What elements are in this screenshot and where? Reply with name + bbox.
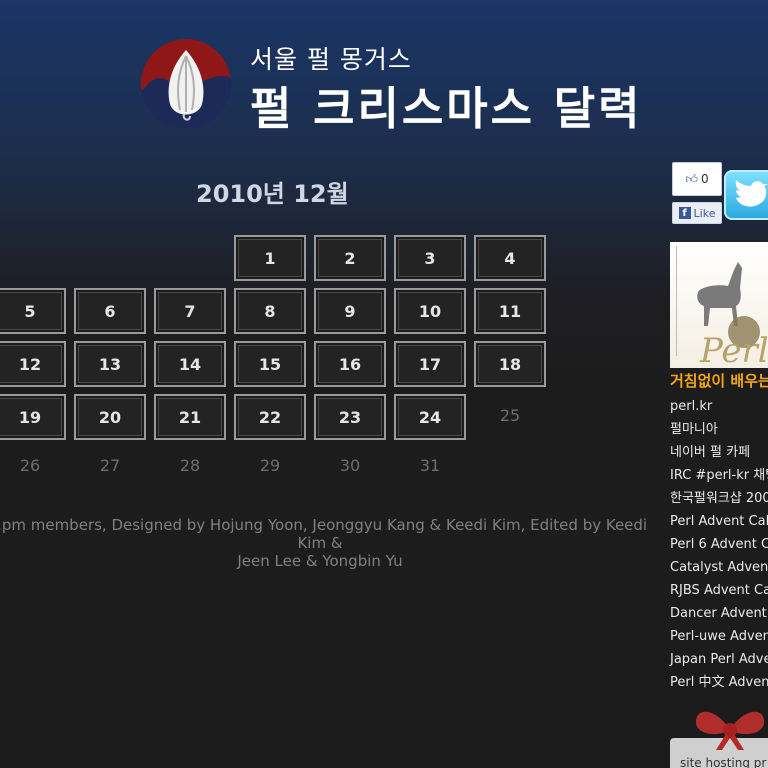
calendar-day-link[interactable]: 13 — [74, 341, 146, 387]
sidebar-link[interactable]: perl.kr — [670, 398, 768, 421]
calendar-day-upcoming: 29 — [259, 455, 281, 475]
calendar-day-link[interactable]: 11 — [474, 288, 546, 334]
calendar-day-link[interactable]: 19 — [0, 394, 66, 440]
credits-line-1: l.pm members, Designed by Hojung Yoon, J… — [0, 516, 648, 552]
calendar-day-link[interactable]: 20 — [74, 394, 146, 440]
sidebar-link[interactable]: Perl Advent Cale — [670, 513, 768, 536]
like-count: 0 — [700, 172, 709, 186]
calendar-day-link[interactable]: 24 — [394, 394, 466, 440]
sidebar-link[interactable]: IRC #perl-kr 채팅 — [670, 467, 768, 490]
like-count-box: 👍︎ 0 — [672, 162, 722, 196]
svg-text:Perl: Perl — [699, 331, 768, 368]
thumbs-up-icon: 👍︎ — [685, 171, 698, 186]
red-ribbon-bow-icon — [690, 700, 768, 750]
calendar-day-link[interactable]: 7 — [154, 288, 226, 334]
sidebar-link[interactable]: 네이버 펄 카페 — [670, 444, 768, 467]
sidebar-link[interactable]: 한국펄워크샵 200 — [670, 490, 768, 513]
sidebar-link[interactable]: Japan Perl Adver — [670, 651, 768, 674]
calendar-day-upcoming: 30 — [339, 455, 361, 475]
credits-footer: l.pm members, Designed by Hojung Yoon, J… — [0, 516, 660, 570]
facebook-icon: f — [678, 207, 691, 219]
sidebar-link[interactable]: RJBS Advent Cal — [670, 582, 768, 605]
calendar-day-upcoming: 25 — [499, 405, 521, 425]
calendar-day-link[interactable]: 4 — [474, 235, 546, 281]
calendar-day-link[interactable]: 3 — [394, 235, 466, 281]
book-title-link[interactable]: 거침없이 배우는 — [670, 370, 768, 391]
twitter-bird-icon[interactable] — [724, 170, 768, 220]
calendar-day-link[interactable]: 22 — [234, 394, 306, 440]
calendar-day-link[interactable]: 18 — [474, 341, 546, 387]
calendar-day-link[interactable]: 2 — [314, 235, 386, 281]
calendar-day-link[interactable]: 15 — [234, 341, 306, 387]
calendar-day-upcoming: 28 — [179, 455, 201, 475]
calendar-day-link[interactable]: 16 — [314, 341, 386, 387]
like-label: Like — [693, 206, 716, 220]
calendar-day-link[interactable]: 9 — [314, 288, 386, 334]
onion-logo-icon[interactable] — [140, 38, 232, 130]
sidebar-link[interactable]: Perl 6 Advent Ca — [670, 536, 768, 559]
calendar-day-link[interactable]: 1 — [234, 235, 306, 281]
calendar-day-link[interactable]: 6 — [74, 288, 146, 334]
sidebar-links: perl.kr 펄마니아 네이버 펄 카페 IRC #perl-kr 채팅 한국… — [670, 398, 768, 697]
sidebar-link[interactable]: Dancer Advent C — [670, 605, 768, 628]
calendar-day-link[interactable]: 5 — [0, 288, 66, 334]
sidebar-link[interactable]: 펄마니아 — [670, 421, 768, 444]
perl-book-cover[interactable]: Perl — [670, 242, 768, 368]
calendar-day-link[interactable]: 17 — [394, 341, 466, 387]
calendar-day-upcoming: 27 — [99, 455, 121, 475]
site-subtitle: 서울 펄 몽거스 — [250, 45, 412, 74]
facebook-like-button[interactable]: f Like — [672, 202, 722, 224]
calendar-day-upcoming: 31 — [419, 455, 441, 475]
credits-line-2: Jeen Lee & Yongbin Yu — [237, 552, 403, 570]
sidebar-link[interactable]: Perl 中文 Advent — [670, 674, 768, 697]
sidebar-link[interactable]: Perl-uwe Advent — [670, 628, 768, 651]
calendar-day-link[interactable]: 8 — [234, 288, 306, 334]
calendar-day-link[interactable]: 12 — [0, 341, 66, 387]
calendar-day-link[interactable]: 23 — [314, 394, 386, 440]
hosting-text: site hosting pr — [680, 756, 767, 768]
calendar-month-title: 2010년 12월 — [196, 180, 349, 208]
calendar-day-upcoming: 26 — [19, 455, 41, 475]
calendar-day-link[interactable]: 10 — [394, 288, 466, 334]
calendar-day-link[interactable]: 21 — [154, 394, 226, 440]
site-title[interactable]: 펄 크리스마스 달력 — [250, 72, 643, 137]
sidebar-link[interactable]: Catalyst Advent — [670, 559, 768, 582]
calendar-day-link[interactable]: 14 — [154, 341, 226, 387]
